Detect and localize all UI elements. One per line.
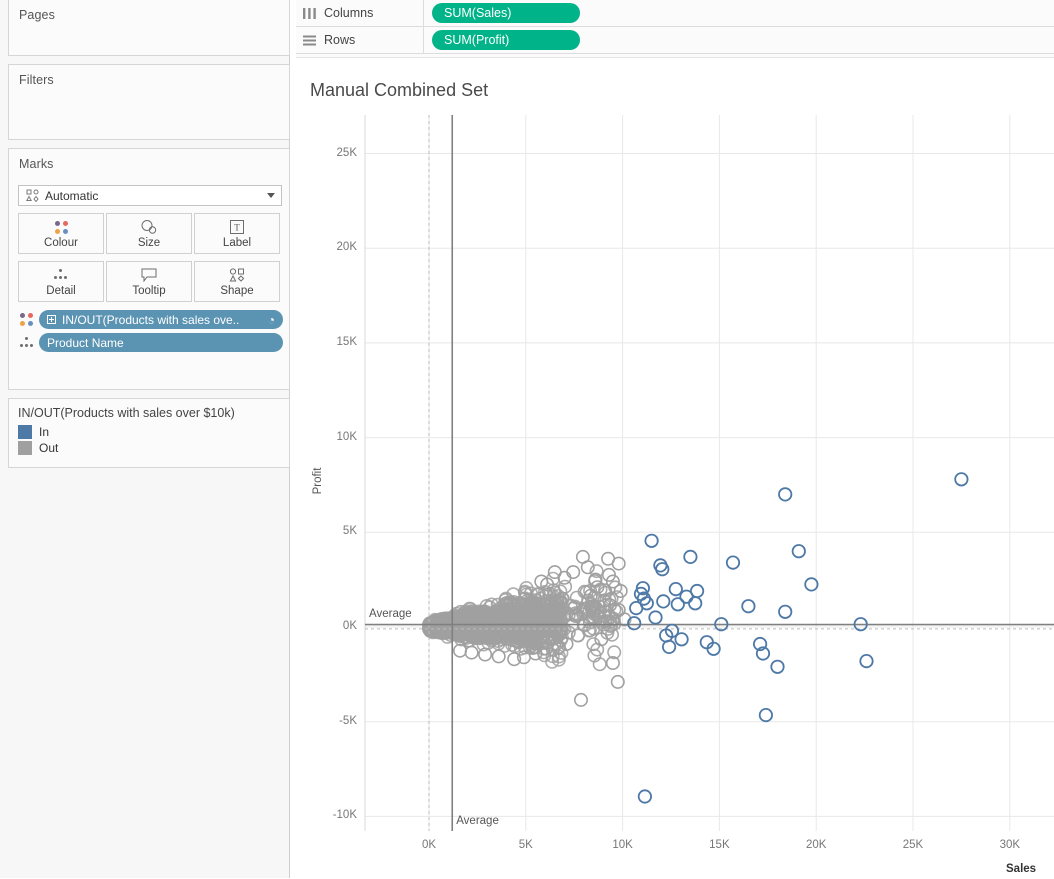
x-axis-tick: 25K	[902, 839, 924, 851]
rows-shelf-label: Rows	[296, 27, 424, 53]
scatter-plot[interactable]: Profit Sales Average Average -10K -5K 0K 5K…	[296, 58, 1054, 879]
filters-card-title: Filters	[19, 73, 54, 87]
y-axis-tick: 20K	[336, 241, 357, 254]
pill-sum-profit[interactable]: SUM(Profit)	[432, 30, 580, 50]
marks-shape-label: Shape	[220, 285, 254, 297]
y-axis-tick: 15K	[336, 335, 357, 348]
marks-size-button[interactable]: Size	[106, 213, 192, 254]
pill-product-name[interactable]: Product Name	[39, 333, 283, 352]
columns-icon	[303, 7, 316, 19]
filters-card[interactable]: Filters	[8, 64, 290, 140]
y-axis-title: Profit	[312, 468, 324, 495]
rows-icon	[303, 35, 316, 46]
marks-card-title: Marks	[19, 157, 54, 171]
x-axis-title: Sales	[1006, 863, 1037, 875]
reference-line-label-vertical: Average	[456, 815, 499, 827]
left-sidebar: Pages Filters Marks Automatic Colour Siz…	[0, 0, 290, 878]
x-axis-tick: 30K	[999, 839, 1021, 851]
tooltip-icon	[141, 266, 157, 284]
pill-in-out-set[interactable]: IN/OUT(Products with sales ove.. ◔	[39, 310, 283, 329]
x-axis-tick: 20K	[805, 839, 827, 851]
series-in[interactable]	[627, 472, 969, 804]
marks-card: Marks Automatic Colour Size T Label Deta…	[8, 148, 290, 390]
y-axis-tick: 0K	[342, 620, 357, 632]
label-icon: T	[230, 218, 244, 236]
y-axis-tick: -10K	[332, 809, 357, 822]
marks-type-value: Automatic	[45, 188, 99, 203]
colour-dots-icon	[54, 218, 69, 236]
pill-in-out-set-label: IN/OUT(Products with sales ove..	[62, 312, 240, 327]
x-axis-tick: 10K	[612, 839, 633, 851]
size-icon	[140, 218, 158, 236]
marks-colour-pill-row: IN/OUT(Products with sales ove.. ◔	[18, 310, 283, 329]
y-axis-tick: -5K	[339, 714, 357, 727]
shape-icon	[229, 266, 246, 284]
marks-type-icon	[25, 189, 39, 203]
marks-type-selector[interactable]: Automatic	[18, 185, 282, 206]
detail-dots-icon	[53, 266, 69, 284]
pill-sum-sales[interactable]: SUM(Sales)	[432, 3, 580, 23]
marks-size-label: Size	[137, 237, 161, 249]
marks-shape-button[interactable]: Shape	[194, 261, 280, 302]
legend-label-in: In	[39, 425, 50, 439]
marks-detail-button[interactable]: Detail	[18, 261, 104, 302]
x-axis-tick: 5K	[518, 839, 533, 851]
marks-colour-label: Colour	[44, 237, 78, 249]
x-axis-tick: 0K	[421, 839, 437, 851]
y-axis-tick: 25K	[336, 146, 357, 159]
marks-label-label: Label	[222, 237, 252, 249]
columns-shelf[interactable]: Columns SUM(Sales)	[296, 0, 1054, 27]
visualization-pane: Manual Combined Set Profit Sales Average…	[296, 57, 1054, 878]
legend-item-in[interactable]: In	[9, 424, 289, 440]
y-axis-tick: 10K	[336, 430, 357, 443]
legend-swatch-out	[18, 441, 32, 455]
legend-label-out: Out	[39, 441, 59, 455]
marks-colour-button[interactable]: Colour	[18, 213, 104, 254]
pages-card[interactable]: Pages	[8, 0, 290, 56]
marks-label-button[interactable]: T Label	[194, 213, 280, 254]
chevron-down-icon[interactable]	[267, 193, 275, 198]
scatter-plot-canvas[interactable]	[296, 58, 1054, 879]
columns-shelf-text: Columns	[324, 6, 374, 20]
pages-card-title: Pages	[19, 8, 55, 22]
reference-lines	[365, 115, 1054, 831]
marks-tooltip-label: Tooltip	[132, 285, 166, 297]
detail-dots-icon	[18, 336, 35, 350]
columns-shelf-pills: SUM(Sales)	[424, 3, 580, 23]
colour-dots-icon	[18, 312, 35, 327]
marks-detail-pill-row: Product Name	[18, 333, 283, 352]
y-axis-tick: 5K	[342, 525, 357, 538]
colour-legend-card: IN/OUT(Products with sales over $10k) In…	[8, 398, 290, 468]
rows-shelf-pills: SUM(Profit)	[424, 30, 580, 50]
rows-shelf[interactable]: Rows SUM(Profit)	[296, 27, 1054, 54]
columns-shelf-label: Columns	[296, 0, 424, 26]
reference-line-label-horizontal: Average	[369, 607, 412, 620]
legend-item-out[interactable]: Out	[9, 440, 289, 456]
set-icon: ◔	[267, 312, 275, 327]
legend-swatch-in	[18, 425, 32, 439]
x-axis-tick: 15K	[709, 839, 730, 851]
rows-shelf-text: Rows	[324, 33, 356, 47]
marks-detail-label: Detail	[46, 285, 76, 297]
plus-box-icon[interactable]	[47, 315, 56, 324]
marks-tooltip-button[interactable]: Tooltip	[106, 261, 192, 302]
svg-text:T: T	[234, 223, 240, 233]
shelf-area: Columns SUM(Sales) Rows SUM(Profit)	[296, 0, 1054, 57]
legend-title: IN/OUT(Products with sales over $10k)	[18, 406, 235, 420]
pill-product-name-label: Product Name	[47, 335, 124, 350]
